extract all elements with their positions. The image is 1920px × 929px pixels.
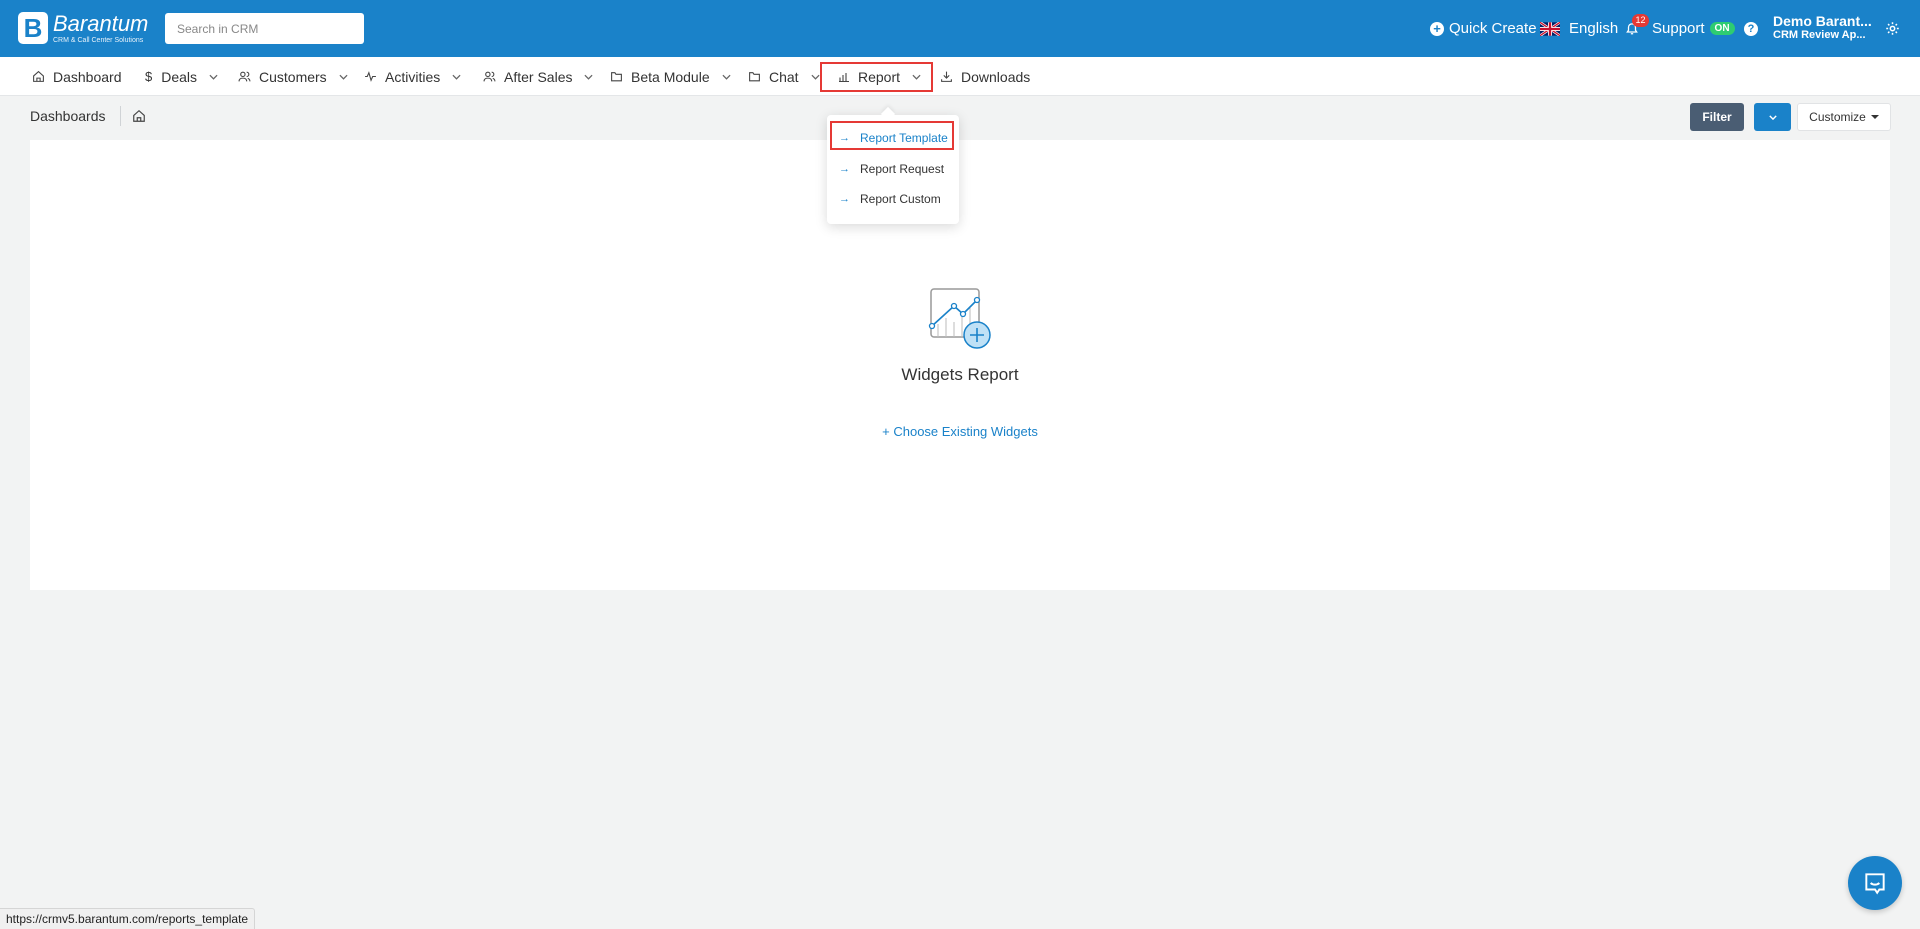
nav-activities[interactable]: Activities [364,57,461,96]
quick-create-button[interactable]: + Quick Create [1430,0,1537,57]
chart-widget-icon [928,288,991,349]
nav-deals[interactable]: $ Deals [145,57,218,96]
home-icon [33,70,44,82]
search-input[interactable] [165,13,364,44]
nav-activities-label: Activities [385,68,441,85]
arrow-right-icon: → [839,193,850,205]
nav-dashboard[interactable]: Dashboard [32,57,122,96]
chevron-down-icon [722,74,731,80]
gear-icon [1886,22,1899,35]
nav-chat-label: Chat [769,68,799,85]
uk-flag-icon [1540,21,1560,36]
support-label: Support [1652,20,1705,37]
support-status-badge: ON [1709,22,1735,35]
language-selector[interactable]: English [1540,0,1618,57]
folder-icon [611,72,622,82]
settings-button[interactable] [1885,0,1900,57]
breadcrumb-divider [120,106,121,126]
users-icon [238,71,251,82]
menu-item-label: Report Request [860,162,945,176]
user-name: Demo Barant... [1773,13,1872,29]
nav-chat[interactable]: Chat [748,57,820,96]
users-icon [483,71,496,82]
plus-circle-icon: + [1430,21,1444,36]
logo-name: Barantum [53,10,149,36]
report-template-highlight [830,121,954,150]
nav-downloads[interactable]: Downloads [940,57,1030,96]
nav-deals-label: Deals [161,68,198,85]
breadcrumb-home[interactable] [132,109,146,128]
help-button[interactable]: ? [1744,0,1758,57]
folder-icon [749,72,760,82]
chevron-down-icon [209,74,218,80]
breadcrumb[interactable]: Dashboards [30,108,106,124]
notification-count-badge: 12 [1632,14,1649,27]
activity-icon [365,71,376,82]
nav-after-sales-label: After Sales [504,68,573,85]
filter-button[interactable]: Filter [1690,103,1744,131]
nav-downloads-label: Downloads [961,68,1031,85]
chevron-down-icon [339,74,348,80]
top-bar: B Barantum CRM & Call Center Solutions +… [0,0,1920,57]
nav-customers-label: Customers [259,68,327,85]
report-nav-highlight [820,62,933,92]
support-toggle[interactable]: Support ON [1652,0,1735,57]
home-icon [133,109,145,122]
customize-label: Customize [1809,110,1866,124]
user-role: CRM Review Ap... [1773,29,1866,42]
logo-tagline: CRM & Call Center Solutions [53,36,144,44]
user-menu[interactable]: Demo Barant... CRM Review Ap... [1773,13,1872,42]
question-icon: ? [1744,21,1758,36]
chevron-down-icon [452,74,461,80]
quick-create-label: Quick Create [1449,20,1537,37]
nav-beta-module-label: Beta Module [631,68,710,85]
customize-button[interactable]: Customize [1797,103,1891,131]
choose-existing-widgets-link[interactable]: + Choose Existing Widgets [0,424,1920,439]
language-label: English [1569,20,1619,37]
status-bar-url: https://crmv5.barantum.com/reports_templ… [0,908,256,929]
chat-icon [1865,873,1885,895]
download-icon [941,71,952,82]
chevron-down-icon [811,74,820,80]
notifications-button[interactable]: 12 [1625,0,1649,57]
arrow-right-icon: → [839,163,850,175]
live-chat-button[interactable] [1848,856,1902,910]
nav-dashboard-label: Dashboard [53,68,122,85]
menu-item-report-request[interactable]: → Report Request [827,156,959,182]
logo-mark: B [18,12,48,44]
nav-beta-module[interactable]: Beta Module [610,57,731,96]
menu-item-label: Report Custom [860,192,941,206]
dollar-icon: $ [145,69,153,84]
chevron-down-icon [1768,114,1777,120]
nav-customers[interactable]: Customers [238,57,348,96]
widgets-report-title: Widgets Report [901,365,1019,384]
caret-down-icon [1870,115,1879,119]
dropdown-toggle-button[interactable] [1754,103,1791,131]
chevron-down-icon [584,74,594,80]
main-nav: Dashboard $ Deals Customers Activities A… [0,57,1920,96]
menu-item-report-custom[interactable]: → Report Custom [827,186,959,212]
nav-after-sales[interactable]: After Sales [483,57,594,96]
barantum-logo[interactable]: B Barantum CRM & Call Center Solutions [18,12,148,44]
